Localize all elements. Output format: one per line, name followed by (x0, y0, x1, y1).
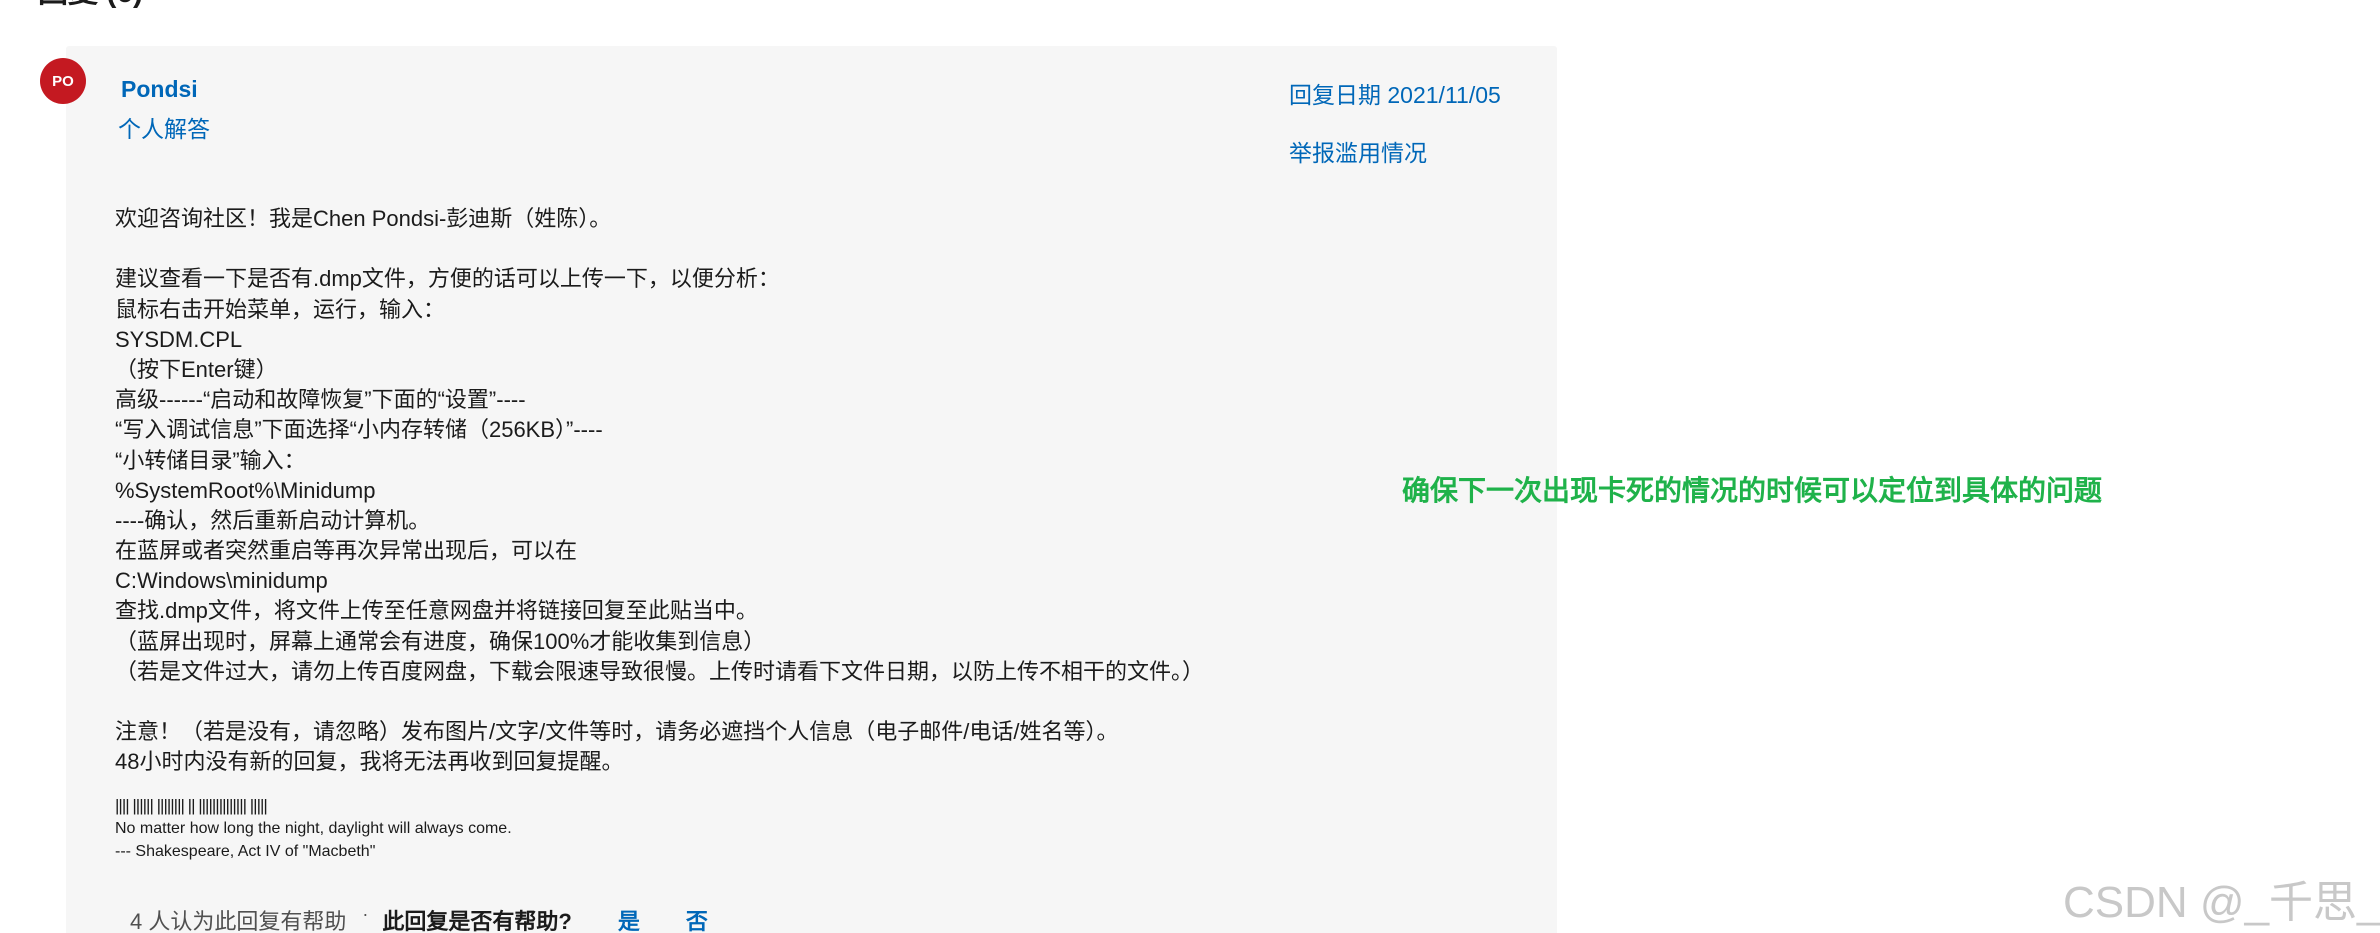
helpful-no-button[interactable]: 否 (686, 904, 708, 933)
body-line: 鼠标右击开始菜单，运行，输入： (115, 296, 446, 322)
signature-attribution: --- Shakespeare, Act IV of "Macbeth" (115, 843, 376, 860)
author-role: 个人解答 (118, 116, 210, 142)
helpful-footer: 4 人认为此回复有帮助 · 此回复是否有帮助? 是 否 (130, 904, 708, 933)
body-line: （按下Enter键） (115, 356, 278, 382)
body-line: “小转储目录”输入： (115, 447, 306, 473)
replies-heading: 回复 (6) (38, 0, 143, 8)
body-line: （若是文件过大，请勿上传百度网盘，下载会限速导致很慢。上传时请看下文件日期，以防… (115, 658, 1205, 684)
body-line: 查找.dmp文件，将文件上传至任意网盘并将链接回复至此贴当中。 (115, 598, 758, 624)
body-line: ----确认，然后重新启动计算机。 (115, 507, 431, 533)
report-abuse-link[interactable]: 举报滥用情况 (1289, 134, 1427, 168)
author-name[interactable]: Pondsi (121, 76, 198, 103)
body-line: 在蓝屏或者突然重启等再次异常出现后，可以在 (115, 538, 578, 564)
body-line: 高级------“启动和故障恢复”下面的“设置”---- (115, 387, 526, 413)
body-line: 建议查看一下是否有.dmp文件，方便的话可以上传一下，以便分析： (115, 266, 780, 292)
separator-dot: · (362, 903, 369, 924)
body-line: 注意！（若是没有，请忽略）发布图片/文字/文件等时，请务必遮挡个人信息（电子邮件… (115, 719, 1119, 745)
body-blank-line (115, 234, 1495, 264)
reply-page: 回复 (6) PO Pondsi 个人解答 回复日期 2021/11/05 举报… (0, 0, 2380, 933)
body-blank-line (115, 687, 1495, 717)
body-line: 欢迎咨询社区！我是Chen Pondsi-彭迪斯（姓陈）。 (115, 206, 612, 231)
signature-bars: |||| |||||| |||||||| || |||||||||||||| |… (115, 796, 268, 815)
body-line: （蓝屏出现时，屏幕上通常会有进度，确保100%才能收集到信息） (115, 628, 766, 654)
annotation-note: 确保下一次出现卡死的情况的时候可以定位到具体的问题 (1402, 475, 2103, 506)
body-line: %SystemRoot%\Minidump (115, 477, 376, 503)
reply-body: 欢迎咨询社区！我是Chen Pondsi-彭迪斯（姓陈）。建议查看一下是否有.d… (115, 204, 1495, 778)
reply-date: 回复日期 2021/11/05 (1289, 82, 1501, 108)
signature-quote: No matter how long the night, daylight w… (115, 820, 512, 837)
helpful-yes-button[interactable]: 是 (618, 904, 640, 933)
helpful-count: 4 人认为此回复有帮助 (130, 909, 347, 933)
body-line: 48小时内没有新的回复，我将无法再收到回复提醒。 (115, 749, 624, 775)
body-line: C:Windows\minidump (115, 568, 328, 594)
signature: |||| |||||| |||||||| || |||||||||||||| |… (115, 794, 512, 863)
helpful-question: 此回复是否有帮助? (382, 909, 572, 933)
body-line: SYSDM.CPL (115, 326, 243, 352)
watermark: CSDN @_千思_ (2063, 878, 2380, 927)
avatar[interactable]: PO (40, 58, 86, 104)
body-line: “写入调试信息”下面选择“小内存转储（256KB）”---- (115, 417, 603, 443)
